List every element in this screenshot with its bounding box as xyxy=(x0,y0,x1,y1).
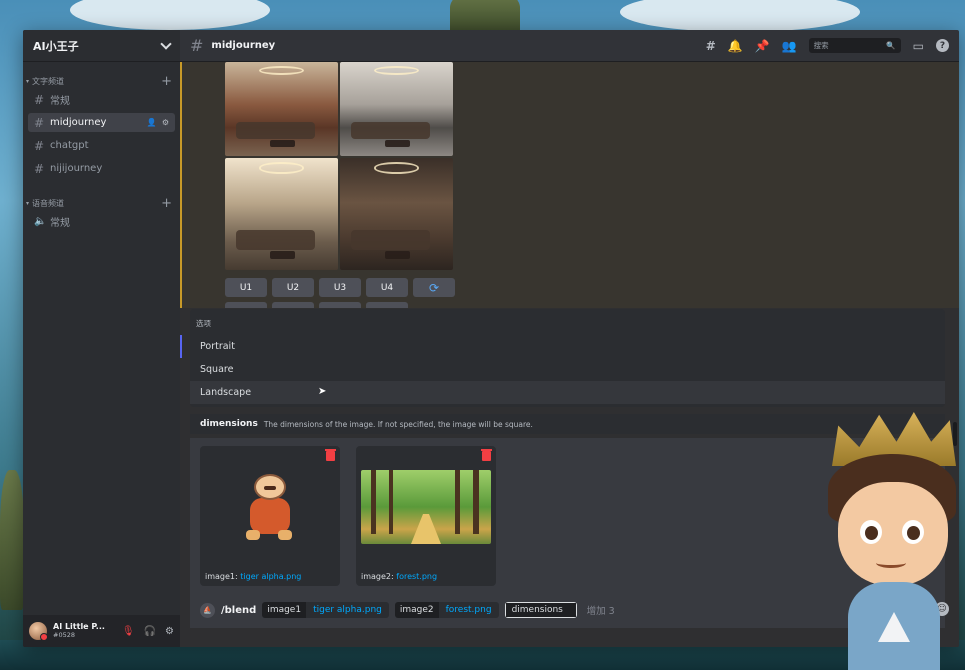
upscale-button-u3[interactable]: U3 xyxy=(319,278,361,297)
variation-button[interactable] xyxy=(319,302,361,308)
channel-chatgpt[interactable]: # chatgpt xyxy=(28,136,175,155)
attachment-caption: image2: forest.png xyxy=(361,572,438,581)
attachment-card[interactable]: image1: tiger alpha.png xyxy=(200,446,340,586)
generated-image-4[interactable] xyxy=(340,158,453,270)
option-square[interactable]: Square xyxy=(190,358,945,381)
pin-icon[interactable]: 📌 xyxy=(755,39,770,53)
attachment-filename: tiger alpha.png xyxy=(240,572,302,581)
add-channel-icon[interactable]: + xyxy=(161,197,172,210)
attachment-caption: image1: tiger alpha.png xyxy=(205,572,302,581)
channel-label: 常规 xyxy=(50,96,70,107)
server-name: AI小王子 xyxy=(33,39,79,53)
hash-icon: # xyxy=(34,161,45,176)
category-voice-channels[interactable]: ▾ 语音频道 + xyxy=(23,196,180,210)
variation-button[interactable] xyxy=(366,302,408,308)
trash-icon[interactable] xyxy=(481,449,492,461)
channel-nijijourney[interactable]: # nijijourney xyxy=(28,159,175,178)
channel-label: chatgpt xyxy=(50,140,89,151)
hash-icon: # xyxy=(190,36,204,55)
avatar[interactable] xyxy=(29,622,48,641)
category-label: 语音频道 xyxy=(32,198,65,208)
attachment-card[interactable]: image2: forest.png xyxy=(356,446,496,586)
background-cloud xyxy=(620,0,860,32)
threads-icon[interactable]: # xyxy=(706,39,716,53)
background-rock xyxy=(0,470,24,610)
add-channel-icon[interactable]: + xyxy=(161,75,172,88)
midjourney-bot-icon: ⛵ xyxy=(200,602,215,618)
gear-icon[interactable]: ⚙ xyxy=(162,118,169,127)
user-panel: AI Little P... #0528 🎙 🎧 ⚙ xyxy=(23,615,180,647)
generated-image-1[interactable] xyxy=(225,62,338,156)
upscale-buttons: U1 U2 U3 U4 ⟳ xyxy=(225,278,455,297)
server-header[interactable]: AI小王子 xyxy=(23,30,180,62)
caret-down-icon: ▾ xyxy=(26,77,30,85)
hash-icon: # xyxy=(34,138,45,153)
invite-member-icon[interactable]: 👤 xyxy=(147,118,157,127)
mascot-character xyxy=(822,412,962,670)
channel-general[interactable]: # 常规 xyxy=(28,90,175,109)
param-image2[interactable]: image2 forest.png xyxy=(394,602,499,618)
search-placeholder: 搜索 xyxy=(813,41,829,50)
reroll-button[interactable]: ⟳ xyxy=(413,278,455,297)
param-hint-name: dimensions xyxy=(200,419,258,429)
caret-down-icon: ▾ xyxy=(26,199,30,207)
user-info[interactable]: AI Little P... #0528 xyxy=(53,622,105,639)
voice-channel-general[interactable]: 🔈 常规 xyxy=(28,212,175,231)
option-landscape[interactable]: Landscape ➤ xyxy=(190,381,945,404)
tiger-image xyxy=(240,470,300,542)
upscale-button-u4[interactable]: U4 xyxy=(366,278,408,297)
param-dimensions[interactable]: dimensions xyxy=(504,602,577,618)
search-input[interactable]: 搜索 🔍 xyxy=(808,38,901,53)
category-text-channels[interactable]: ▾ 文字频道 + xyxy=(23,74,180,88)
speaker-icon: 🔈 xyxy=(34,216,47,227)
mention-highlight-bar xyxy=(180,62,182,308)
trash-icon[interactable] xyxy=(325,449,336,461)
channel-label: nijijourney xyxy=(50,163,103,174)
user-tag: #0528 xyxy=(53,630,75,639)
reroll-icon: ⟳ xyxy=(428,280,440,295)
option-label: Landscape xyxy=(200,387,252,398)
variation-buttons xyxy=(225,302,408,308)
channel-label: 常规 xyxy=(50,218,70,229)
image-grid[interactable] xyxy=(225,62,453,272)
upscale-button-u1[interactable]: U1 xyxy=(225,278,267,297)
member-list-icon[interactable]: 👥 xyxy=(782,39,797,53)
param-hint-description: The dimensions of the image. If not spec… xyxy=(263,419,533,429)
variation-button[interactable] xyxy=(225,302,267,308)
chevron-down-icon[interactable] xyxy=(160,37,172,50)
command-name: /blend xyxy=(221,604,257,616)
variation-button[interactable] xyxy=(272,302,314,308)
generated-image-2[interactable] xyxy=(340,62,453,156)
param-image1[interactable]: image1 tiger alpha.png xyxy=(262,602,389,618)
hash-icon: # xyxy=(34,115,45,130)
hash-icon: # xyxy=(34,92,45,107)
channel-header: # midjourney # 🔔 📌 👥 搜索 🔍 ▭ ? xyxy=(180,30,959,62)
forest-image xyxy=(361,470,491,544)
option-portrait[interactable]: Portrait xyxy=(180,335,945,358)
category-label: 文字频道 xyxy=(32,76,65,86)
microphone-muted-icon[interactable]: 🎙 xyxy=(122,626,135,637)
headphones-deafened-icon[interactable]: 🎧 xyxy=(144,626,156,637)
channel-title: midjourney xyxy=(211,40,276,51)
generated-image-3[interactable] xyxy=(225,158,338,270)
channel-sidebar: AI小王子 ▾ 文字频道 + # 常规 # midjourney 👤 ⚙ # ch… xyxy=(23,30,180,647)
bell-icon[interactable]: 🔔 xyxy=(728,39,743,53)
background-cloud xyxy=(70,0,270,30)
mouse-cursor-icon: ➤ xyxy=(318,386,327,397)
popup-title: 选项 xyxy=(196,319,211,328)
search-icon: 🔍 xyxy=(886,41,896,50)
help-icon[interactable]: ? xyxy=(936,39,949,52)
more-options[interactable]: 增加 3 xyxy=(587,603,615,617)
upscale-button-u2[interactable]: U2 xyxy=(272,278,314,297)
inbox-icon[interactable]: ▭ xyxy=(913,39,924,53)
channel-midjourney[interactable]: # midjourney 👤 ⚙ xyxy=(28,113,175,132)
channel-label: midjourney xyxy=(50,117,107,128)
options-popup: 选项 Portrait Square Landscape ➤ xyxy=(180,309,945,407)
attachment-filename: forest.png xyxy=(396,572,438,581)
background-rock xyxy=(450,0,520,34)
gear-icon[interactable]: ⚙ xyxy=(165,626,174,637)
discord-window: AI小王子 ▾ 文字频道 + # 常规 # midjourney 👤 ⚙ # ch… xyxy=(23,30,959,647)
